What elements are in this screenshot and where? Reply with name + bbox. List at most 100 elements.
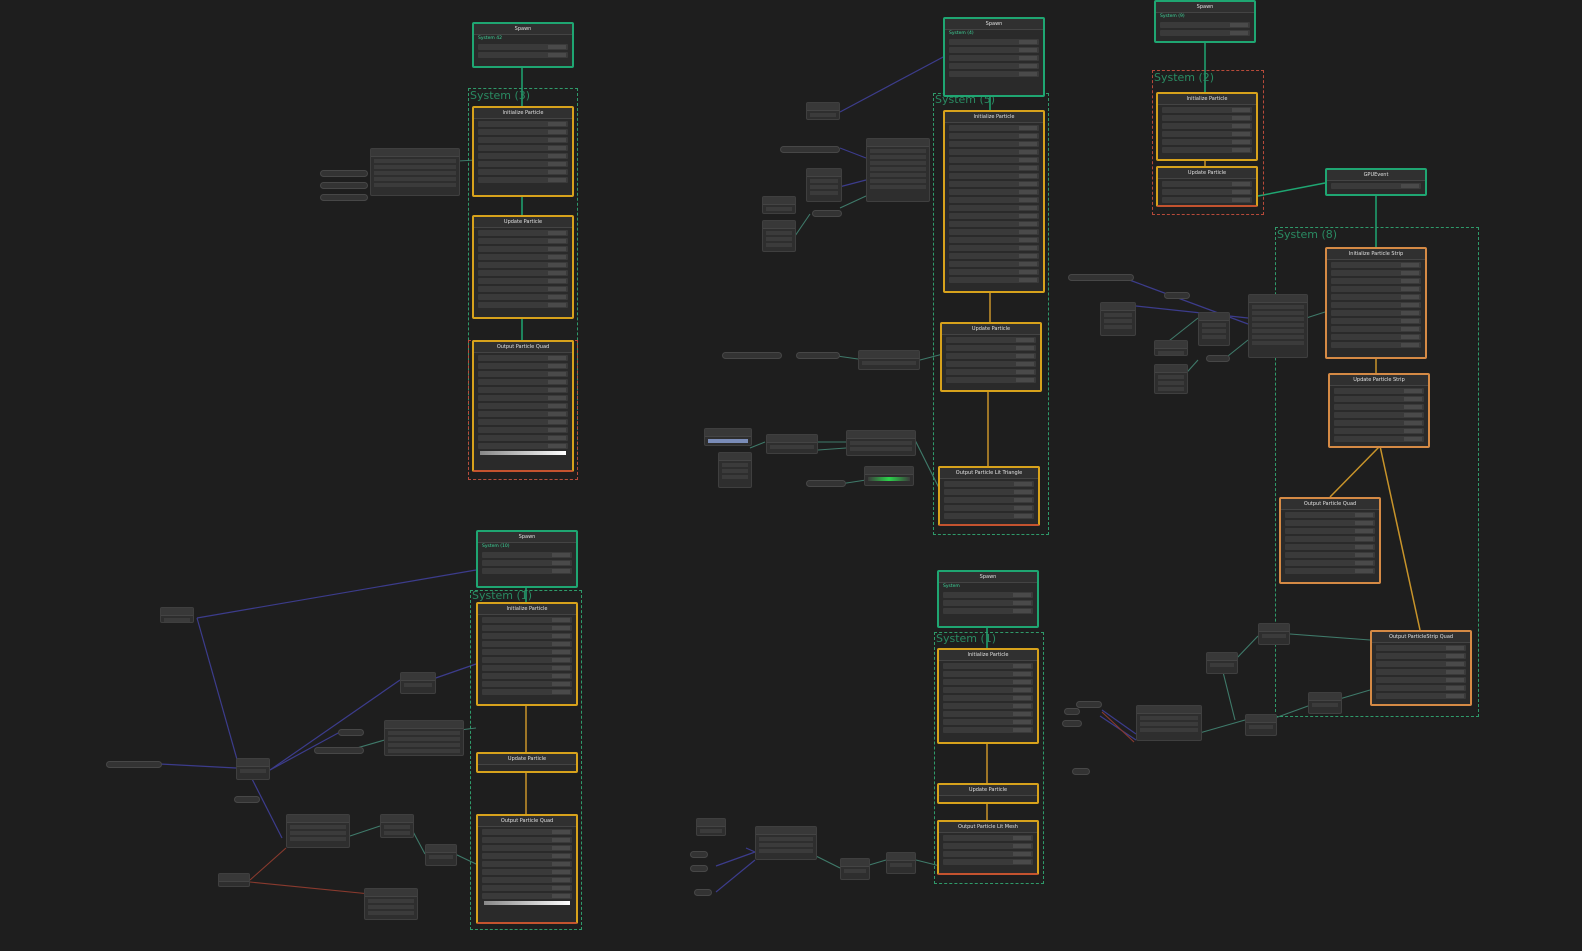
operator-node[interactable] <box>806 102 840 120</box>
block[interactable] <box>478 177 568 183</box>
block[interactable] <box>478 427 568 433</box>
block[interactable] <box>482 617 572 623</box>
block[interactable] <box>478 443 568 449</box>
block[interactable] <box>1334 396 1424 402</box>
block[interactable] <box>1162 189 1252 195</box>
block[interactable] <box>478 153 568 159</box>
property-node[interactable] <box>314 747 364 754</box>
property-node[interactable] <box>106 761 162 768</box>
update-context[interactable]: Update Particle <box>937 783 1039 804</box>
block[interactable] <box>943 727 1033 733</box>
block[interactable] <box>949 39 1039 45</box>
output-context[interactable]: Output Particle Quad <box>476 814 578 924</box>
block[interactable] <box>943 663 1033 669</box>
block[interactable] <box>1376 693 1466 699</box>
block[interactable] <box>1334 404 1424 410</box>
initialize-context[interactable]: Initialize Particle <box>472 106 574 197</box>
block[interactable] <box>946 337 1036 343</box>
operator-node[interactable] <box>160 607 194 623</box>
block[interactable] <box>1331 278 1421 284</box>
block[interactable] <box>478 278 568 284</box>
block[interactable] <box>949 237 1039 243</box>
block[interactable] <box>478 169 568 175</box>
block[interactable] <box>1334 428 1424 434</box>
block[interactable] <box>1334 420 1424 426</box>
block[interactable] <box>1162 139 1252 145</box>
block[interactable] <box>943 719 1033 725</box>
block[interactable] <box>482 673 572 679</box>
block[interactable] <box>478 137 568 143</box>
block[interactable] <box>949 173 1039 179</box>
block[interactable] <box>478 371 568 377</box>
block[interactable] <box>946 377 1036 383</box>
block[interactable] <box>1334 388 1424 394</box>
block[interactable] <box>949 269 1039 275</box>
system-name[interactable]: System (10) <box>478 543 576 550</box>
block[interactable] <box>1376 645 1466 651</box>
block[interactable] <box>943 687 1033 693</box>
block[interactable] <box>1162 181 1252 187</box>
block[interactable] <box>478 302 568 308</box>
block[interactable] <box>1160 30 1250 36</box>
operator-node[interactable] <box>1248 294 1308 358</box>
block[interactable] <box>482 853 572 859</box>
block[interactable] <box>943 592 1033 598</box>
block[interactable] <box>1285 536 1375 542</box>
block[interactable] <box>949 63 1039 69</box>
block[interactable] <box>482 568 572 574</box>
block[interactable] <box>943 608 1033 614</box>
operator-node[interactable] <box>384 720 464 756</box>
block[interactable] <box>482 893 572 899</box>
block[interactable] <box>943 859 1033 865</box>
block[interactable] <box>1331 318 1421 324</box>
block[interactable] <box>1331 270 1421 276</box>
property-node[interactable] <box>806 480 846 487</box>
block[interactable] <box>949 55 1039 61</box>
block[interactable] <box>478 238 568 244</box>
block[interactable] <box>946 369 1036 375</box>
operator-node[interactable] <box>425 844 457 866</box>
block[interactable] <box>1376 685 1466 691</box>
block[interactable] <box>482 560 572 566</box>
block[interactable] <box>1334 436 1424 442</box>
block[interactable] <box>949 157 1039 163</box>
block[interactable] <box>478 403 568 409</box>
initialize-context[interactable]: Initialize Particle <box>476 602 578 706</box>
block[interactable] <box>482 885 572 891</box>
property-node[interactable] <box>780 146 840 153</box>
block[interactable] <box>944 481 1034 487</box>
initialize-context[interactable]: Initialize Particle <box>937 648 1039 744</box>
block[interactable] <box>478 419 568 425</box>
block[interactable] <box>482 689 572 695</box>
block[interactable] <box>478 129 568 135</box>
block[interactable] <box>478 121 568 127</box>
block[interactable] <box>949 125 1039 131</box>
operator-node[interactable] <box>1154 364 1188 394</box>
block[interactable] <box>1162 131 1252 137</box>
property-node[interactable] <box>1062 720 1082 727</box>
vfx-graph-canvas[interactable]: System (3) System (1) System (5) System … <box>0 0 1582 951</box>
block[interactable] <box>1376 677 1466 683</box>
operator-node[interactable] <box>718 452 752 488</box>
block[interactable] <box>478 44 568 50</box>
color-gradient-field[interactable] <box>480 451 566 455</box>
block[interactable] <box>949 229 1039 235</box>
operator-header[interactable] <box>371 149 459 157</box>
block[interactable] <box>943 703 1033 709</box>
block[interactable] <box>478 379 568 385</box>
operator-node[interactable] <box>1198 312 1230 346</box>
operator-node[interactable] <box>806 168 842 202</box>
block[interactable] <box>482 641 572 647</box>
block[interactable] <box>478 145 568 151</box>
block[interactable] <box>949 245 1039 251</box>
block[interactable] <box>1331 262 1421 268</box>
property-node[interactable] <box>1206 355 1230 362</box>
property-node[interactable] <box>234 796 260 803</box>
block[interactable] <box>482 649 572 655</box>
block[interactable] <box>482 869 572 875</box>
operator-node[interactable] <box>696 818 726 836</box>
block[interactable] <box>482 633 572 639</box>
block[interactable] <box>1285 544 1375 550</box>
block[interactable] <box>482 845 572 851</box>
block[interactable] <box>943 851 1033 857</box>
